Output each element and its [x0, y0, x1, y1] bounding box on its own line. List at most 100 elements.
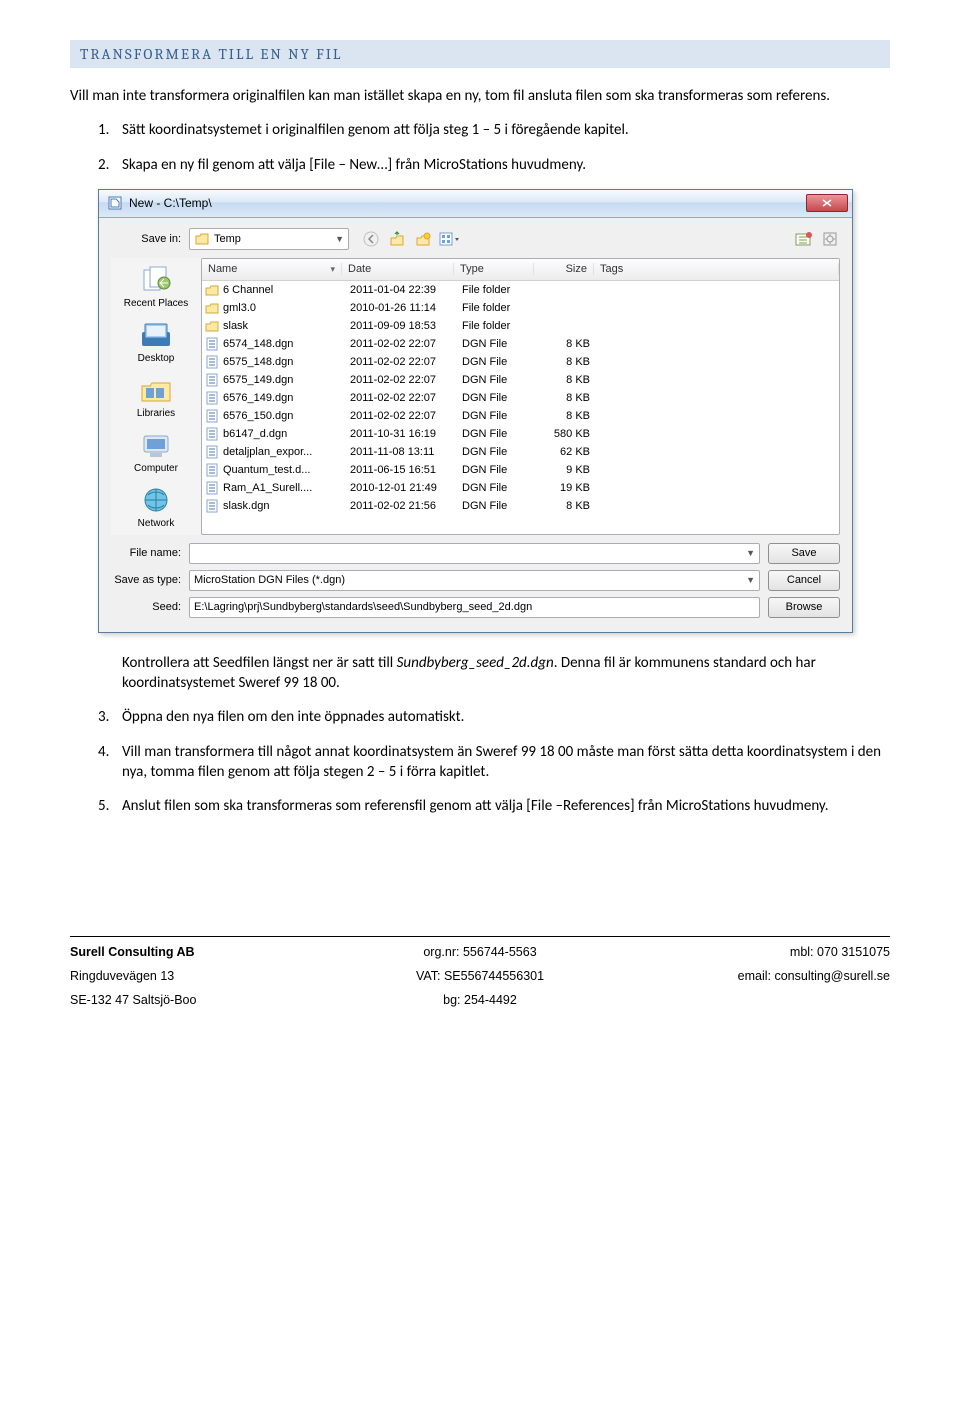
seed-path-field[interactable]: E:\Lagring\prj\Sundbyberg\standards\seed… [189, 597, 760, 618]
file-size: 9 KB [536, 464, 596, 476]
places-item[interactable]: Network [111, 484, 201, 529]
places-icon [136, 429, 176, 461]
step-item: 5.Anslut filen som ska transformeras som… [98, 796, 890, 816]
step-number: 1. [98, 120, 122, 140]
file-row[interactable]: Ram_A1_Surell....2010-12-01 21:49DGN Fil… [202, 479, 839, 497]
dgn-file-icon [204, 337, 220, 351]
step-text: Vill man transformera till något annat k… [122, 742, 890, 783]
browse-button[interactable]: Browse [768, 597, 840, 618]
file-size: 580 KB [536, 428, 596, 440]
places-label: Recent Places [111, 298, 201, 309]
footer-email: email: consulting@surell.se [619, 969, 890, 983]
file-type: File folder [456, 284, 536, 296]
file-date: 2011-06-15 16:51 [344, 464, 456, 476]
file-name: slask.dgn [223, 500, 344, 512]
file-type: DGN File [456, 410, 536, 422]
cancel-button[interactable]: Cancel [768, 570, 840, 591]
saveastype-value: MicroStation DGN Files (*.dgn) [194, 574, 746, 586]
file-date: 2011-02-02 21:56 [344, 500, 456, 512]
col-name: Name [208, 263, 237, 275]
file-size: 8 KB [536, 338, 596, 350]
viewmenu-icon[interactable] [439, 229, 459, 249]
save-button[interactable]: Save [768, 543, 840, 564]
folder-icon [194, 231, 210, 247]
file-type: DGN File [456, 374, 536, 386]
file-type: DGN File [456, 392, 536, 404]
places-item[interactable]: Recent Places [111, 264, 201, 309]
file-date: 2011-02-02 22:07 [344, 338, 456, 350]
file-name: 6574_148.dgn [223, 338, 344, 350]
file-row[interactable]: 6575_149.dgn2011-02-02 22:07DGN File8 KB [202, 371, 839, 389]
file-name: b6147_d.dgn [223, 428, 344, 440]
footer-company: Surell Consulting AB [70, 945, 341, 959]
savein-dropdown[interactable]: Temp ▼ [189, 228, 349, 250]
file-list[interactable]: 6 Channel2011-01-04 22:39File foldergml3… [202, 281, 839, 534]
places-item[interactable]: Libraries [111, 374, 201, 419]
steps-list-bottom: 3.Öppna den nya filen om den inte öppnad… [98, 707, 890, 816]
column-headers[interactable]: Name▾ Date Type Size Tags [202, 259, 839, 281]
file-row[interactable]: gml3.02010-01-26 11:14File folder [202, 299, 839, 317]
file-date: 2011-10-31 16:19 [344, 428, 456, 440]
places-label: Desktop [111, 353, 201, 364]
footer-bg: bg: 254-4492 [345, 993, 616, 1007]
file-row[interactable]: 6574_148.dgn2011-02-02 22:07DGN File8 KB [202, 335, 839, 353]
places-label: Network [111, 518, 201, 529]
file-name: 6 Channel [223, 284, 344, 296]
file-size: 8 KB [536, 356, 596, 368]
note-file: Sundbyberg_seed_2d.dgn [397, 654, 554, 672]
seed-label: Seed: [111, 601, 189, 613]
file-date: 2010-12-01 21:49 [344, 482, 456, 494]
back-icon[interactable] [361, 229, 381, 249]
option-icon-2[interactable] [820, 229, 840, 249]
file-row[interactable]: 6576_150.dgn2011-02-02 22:07DGN File8 KB [202, 407, 839, 425]
filename-label: File name: [111, 547, 189, 559]
filename-input[interactable]: ▼ [189, 543, 760, 564]
file-size: 8 KB [536, 500, 596, 512]
file-row[interactable]: 6576_149.dgn2011-02-02 22:07DGN File8 KB [202, 389, 839, 407]
file-row[interactable]: 6 Channel2011-01-04 22:39File folder [202, 281, 839, 299]
file-name: 6576_150.dgn [223, 410, 344, 422]
up-icon[interactable] [387, 229, 407, 249]
note-prefix: Kontrollera att Seedfilen längst ner är … [122, 654, 397, 672]
places-item[interactable]: Desktop [111, 319, 201, 364]
file-size: 62 KB [536, 446, 596, 458]
file-type: DGN File [456, 500, 536, 512]
saveastype-dropdown[interactable]: MicroStation DGN Files (*.dgn) ▼ [189, 570, 760, 591]
file-name: 6575_149.dgn [223, 374, 344, 386]
step-item: 1.Sätt koordinatsystemet i originalfilen… [98, 120, 890, 140]
step-text: Anslut filen som ska transformeras som r… [122, 796, 890, 816]
intro-paragraph: Vill man inte transformera originalfilen… [70, 86, 890, 106]
window-title: New - C:\Temp\ [129, 196, 806, 210]
file-date: 2011-02-02 22:07 [344, 392, 456, 404]
places-item[interactable]: Computer [111, 429, 201, 474]
chevron-down-icon: ▼ [746, 575, 755, 585]
newfolder-icon[interactable] [413, 229, 433, 249]
step-number: 3. [98, 707, 122, 727]
chevron-down-icon: ▼ [746, 548, 755, 558]
places-label: Computer [111, 463, 201, 474]
section-heading: TRANSFORMERA TILL EN NY FIL [70, 40, 890, 68]
dgn-file-icon [204, 373, 220, 387]
close-button[interactable] [806, 194, 848, 212]
step-number: 5. [98, 796, 122, 816]
step-text: Sätt koordinatsystemet i originalfilen g… [122, 120, 890, 140]
app-icon [107, 195, 123, 211]
folder-icon [204, 283, 220, 297]
file-date: 2011-01-04 22:39 [344, 284, 456, 296]
file-type: DGN File [456, 446, 536, 458]
step-number: 2. [98, 155, 122, 175]
file-type: DGN File [456, 482, 536, 494]
file-date: 2011-02-02 22:07 [344, 410, 456, 422]
option-icon-1[interactable] [794, 229, 814, 249]
dgn-file-icon [204, 499, 220, 513]
places-label: Libraries [111, 408, 201, 419]
file-row[interactable]: slask2011-09-09 18:53File folder [202, 317, 839, 335]
file-row[interactable]: 6575_148.dgn2011-02-02 22:07DGN File8 KB [202, 353, 839, 371]
file-row[interactable]: slask.dgn2011-02-02 21:56DGN File8 KB [202, 497, 839, 515]
file-row[interactable]: Quantum_test.d...2011-06-15 16:51DGN Fil… [202, 461, 839, 479]
file-row[interactable]: detaljplan_expor...2011-11-08 13:11DGN F… [202, 443, 839, 461]
footer-addr1: Ringduvevägen 13 [70, 969, 341, 983]
file-type: DGN File [456, 356, 536, 368]
file-row[interactable]: b6147_d.dgn2011-10-31 16:19DGN File580 K… [202, 425, 839, 443]
dgn-file-icon [204, 391, 220, 405]
